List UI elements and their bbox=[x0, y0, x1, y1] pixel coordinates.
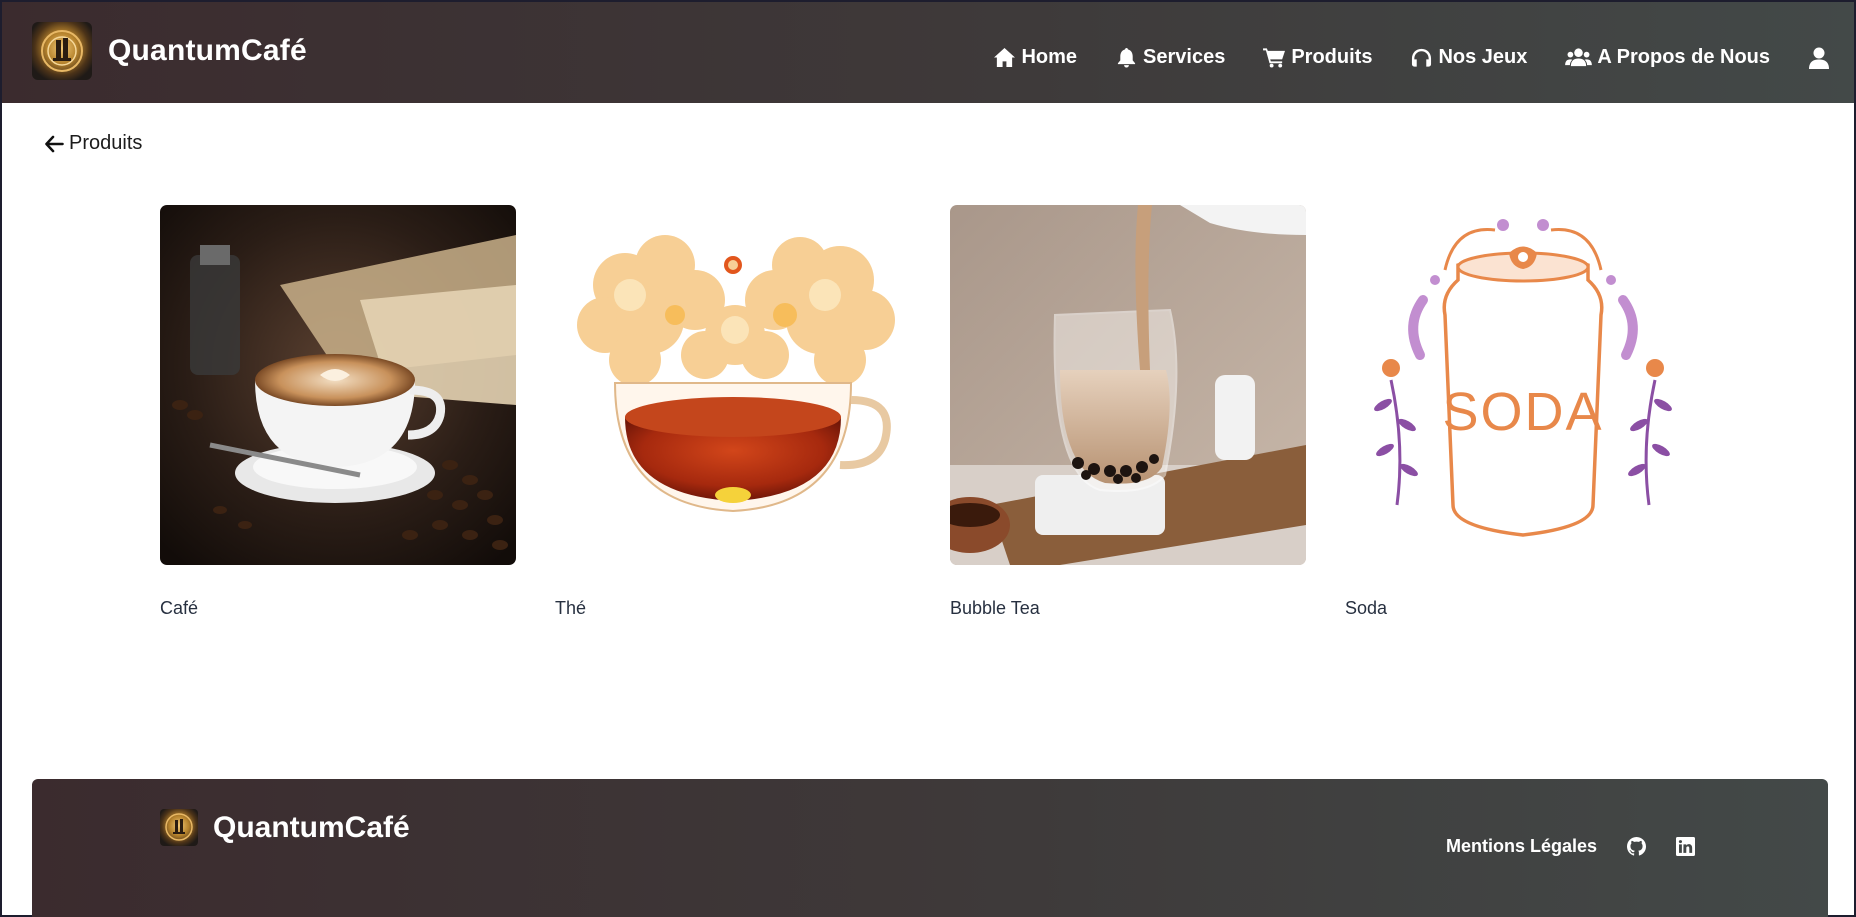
svg-text:SODA: SODA bbox=[1442, 382, 1603, 442]
legal-link[interactable]: Mentions Légales bbox=[1446, 836, 1597, 857]
navbar: QuantumCafé Home Services Produits Nos J… bbox=[2, 2, 1854, 103]
footer-logo bbox=[160, 809, 198, 846]
github-icon[interactable] bbox=[1627, 837, 1646, 856]
logo bbox=[32, 22, 92, 80]
product-image-bubble-tea bbox=[950, 205, 1306, 565]
back-link[interactable]: Produits bbox=[45, 132, 142, 155]
nav-produits[interactable]: Produits bbox=[1263, 46, 1372, 69]
product-image-soda: SODA bbox=[1345, 205, 1701, 565]
product-label-the: Thé bbox=[555, 598, 587, 618]
home-icon bbox=[993, 47, 1016, 68]
product-label-soda: Soda bbox=[1345, 598, 1388, 618]
users-icon bbox=[1565, 47, 1593, 68]
product-image-the bbox=[555, 205, 911, 565]
nav-home[interactable]: Home bbox=[993, 46, 1077, 69]
nav-links: Home Services Produits Nos Jeux A Propos… bbox=[955, 46, 1830, 69]
product-card-bubble-tea[interactable]: Bubble Tea bbox=[950, 205, 1306, 618]
user-icon[interactable] bbox=[1808, 47, 1830, 69]
product-card-cafe[interactable]: Café bbox=[160, 205, 516, 618]
brand-name: QuantumCafé bbox=[108, 34, 307, 67]
brand[interactable]: QuantumCafé bbox=[32, 22, 307, 80]
footer-brand[interactable]: QuantumCafé bbox=[160, 809, 410, 846]
cart-icon bbox=[1263, 47, 1286, 68]
product-label-bubble-tea: Bubble Tea bbox=[950, 598, 1040, 618]
bell-icon bbox=[1115, 47, 1138, 68]
footer: QuantumCafé Mentions Légales bbox=[32, 779, 1828, 917]
nav-home-label: Home bbox=[1021, 46, 1078, 68]
product-card-the[interactable]: Thé bbox=[555, 205, 911, 618]
footer-brand-name: QuantumCafé bbox=[213, 810, 410, 844]
arrow-left-icon bbox=[45, 135, 64, 152]
headphones-icon bbox=[1410, 47, 1433, 68]
product-label-cafe: Café bbox=[160, 598, 199, 618]
nav-jeux[interactable]: Nos Jeux bbox=[1410, 46, 1527, 69]
footer-links: Mentions Légales bbox=[1446, 836, 1695, 857]
back-link-label: Produits bbox=[69, 132, 143, 154]
nav-produits-label: Produits bbox=[1291, 46, 1373, 68]
nav-jeux-label: Nos Jeux bbox=[1438, 46, 1528, 68]
product-card-soda[interactable]: SODA Soda bbox=[1345, 205, 1701, 618]
nav-services-label: Services bbox=[1143, 46, 1226, 68]
nav-apropos-label: A Propos de Nous bbox=[1597, 46, 1770, 68]
product-image-cafe bbox=[160, 205, 516, 565]
linkedin-icon[interactable] bbox=[1676, 837, 1695, 856]
nav-services[interactable]: Services bbox=[1115, 46, 1225, 69]
nav-apropos[interactable]: A Propos de Nous bbox=[1565, 46, 1770, 69]
product-grid: Café Thé Bubble Tea SODA Soda bbox=[160, 205, 1701, 625]
